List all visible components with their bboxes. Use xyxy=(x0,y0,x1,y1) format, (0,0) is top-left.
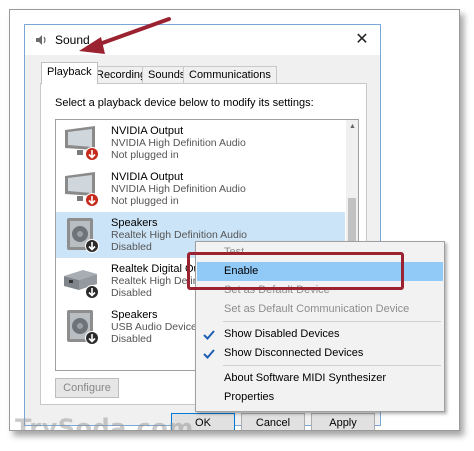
apply-button[interactable]: Apply xyxy=(311,413,375,430)
device-item[interactable]: NVIDIA Output NVIDIA High Definition Aud… xyxy=(56,166,345,212)
device-name: Speakers xyxy=(111,309,158,321)
device-status: Disabled xyxy=(111,241,152,253)
speaker-icon xyxy=(67,218,99,253)
speaker-icon xyxy=(67,310,99,345)
device-driver: NVIDIA High Definition Audio xyxy=(111,137,246,149)
screenshot-frame: Sound ✕ Playback Recording Sounds Commun… xyxy=(9,9,460,431)
menu-item-properties[interactable]: Properties xyxy=(197,388,443,407)
device-driver: Realtek High Definition Audio xyxy=(111,229,247,241)
scroll-up-arrow-icon[interactable]: ▲ xyxy=(349,123,356,130)
device-status: Disabled xyxy=(111,287,152,299)
device-item[interactable]: NVIDIA Output NVIDIA High Definition Aud… xyxy=(56,120,345,166)
menu-item-show-disabled-devices[interactable]: Show Disabled Devices xyxy=(197,325,443,344)
digital-out-icon xyxy=(64,270,99,299)
device-status: Not plugged in xyxy=(111,149,179,161)
monitor-icon xyxy=(65,126,99,161)
enable-highlight-annotation xyxy=(187,252,404,290)
device-status: Disabled xyxy=(111,333,152,345)
cancel-button[interactable]: Cancel xyxy=(241,413,305,430)
menu-item-set-default-communication-device[interactable]: Set as Default Communication Device xyxy=(197,300,443,319)
device-status: Not plugged in xyxy=(111,195,179,207)
device-driver: USB Audio Device xyxy=(111,321,197,333)
configure-button[interactable]: Configure xyxy=(55,378,119,398)
menu-item-about-midi[interactable]: About Software MIDI Synthesizer xyxy=(197,369,443,388)
checkmark-icon xyxy=(203,349,215,359)
menu-item-show-disconnected-devices[interactable]: Show Disconnected Devices xyxy=(197,344,443,363)
device-name: NVIDIA Output xyxy=(111,171,184,183)
checkmark-icon xyxy=(203,330,215,340)
menu-separator xyxy=(223,365,441,366)
device-name: NVIDIA Output xyxy=(111,125,184,137)
device-driver: NVIDIA High Definition Audio xyxy=(111,183,246,195)
menu-separator xyxy=(223,321,441,322)
device-name: Speakers xyxy=(111,217,158,229)
watermark-logo: TrySoda.com xyxy=(15,414,194,431)
monitor-icon xyxy=(65,172,99,207)
annotation-arrow-icon xyxy=(79,17,171,54)
